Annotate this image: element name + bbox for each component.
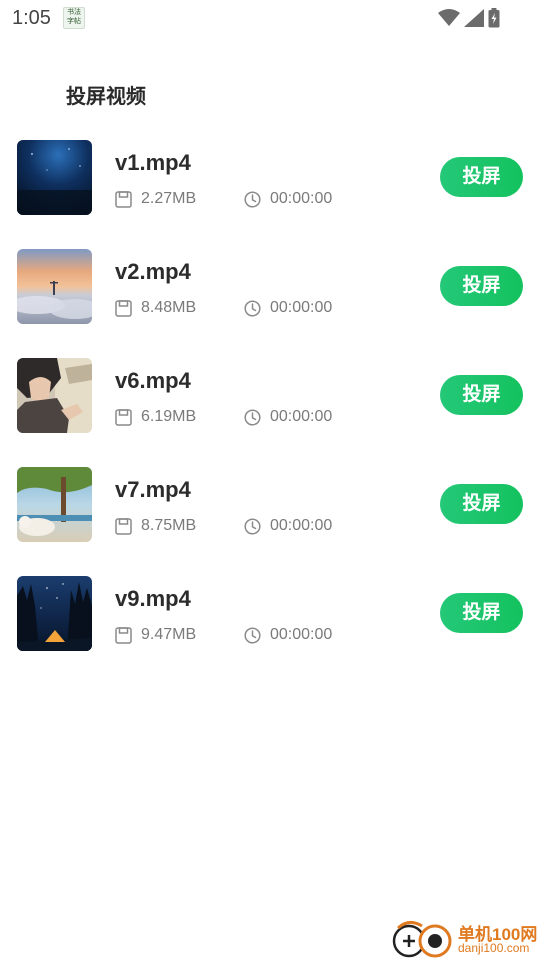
cast-button[interactable]: 投屏 bbox=[440, 593, 523, 633]
clock-icon bbox=[244, 626, 261, 644]
page-title: 投屏视频 bbox=[66, 86, 146, 108]
cast-button[interactable]: 投屏 bbox=[440, 157, 523, 197]
video-duration: 00:00:00 bbox=[270, 190, 333, 207]
floppy-disk-icon bbox=[115, 408, 132, 426]
clock-icon bbox=[244, 299, 261, 317]
video-list-item[interactable]: v7.mp4 8.75MB 00:00:00 投屏 bbox=[0, 458, 540, 567]
floppy-disk-icon bbox=[115, 626, 132, 644]
notification-app-icon: 书法 字帖 bbox=[63, 7, 85, 29]
clock-icon bbox=[244, 408, 261, 426]
video-meta: 9.47MB 00:00:00 bbox=[115, 625, 332, 645]
video-file-name: v1.mp4 bbox=[115, 150, 191, 175]
video-duration: 00:00:00 bbox=[270, 517, 333, 534]
video-duration: 00:00:00 bbox=[270, 299, 333, 316]
watermark-logo-icon bbox=[392, 921, 452, 958]
video-list-item[interactable]: v2.mp4 8.48MB 00:00:00 投屏 bbox=[0, 240, 540, 349]
video-file-name: v2.mp4 bbox=[115, 259, 191, 284]
video-list-item[interactable]: v1.mp4 2.27MB 00:00:00 投屏 bbox=[0, 131, 540, 240]
video-list-item[interactable]: v9.mp4 9.47MB 00:00:00 投屏 bbox=[0, 567, 540, 676]
video-thumbnail[interactable] bbox=[17, 467, 92, 542]
status-icons bbox=[438, 6, 500, 30]
cast-button[interactable]: 投屏 bbox=[440, 375, 523, 415]
watermark-url: danji100.com bbox=[458, 941, 530, 955]
video-file-size: 9.47MB bbox=[141, 626, 197, 643]
video-thumbnail[interactable] bbox=[17, 576, 92, 651]
video-file-size: 8.75MB bbox=[141, 517, 197, 534]
video-file-name: v6.mp4 bbox=[115, 368, 191, 393]
cell-signal-icon bbox=[464, 9, 484, 27]
video-file-name: v7.mp4 bbox=[115, 477, 191, 502]
video-list: v1.mp4 2.27MB 00:00:00 投屏 v2.mp4 8.48MB … bbox=[0, 131, 540, 676]
battery-icon bbox=[488, 8, 500, 28]
status-bar: 1:05 书法 字帖 bbox=[0, 0, 540, 36]
video-file-size: 8.48MB bbox=[141, 299, 197, 316]
floppy-disk-icon bbox=[115, 190, 132, 208]
video-list-item[interactable]: v6.mp4 6.19MB 00:00:00 投屏 bbox=[0, 349, 540, 458]
watermark: 单机100网 danji100.com bbox=[392, 918, 540, 960]
video-meta: 8.75MB 00:00:00 bbox=[115, 516, 332, 536]
wifi-icon bbox=[438, 9, 460, 26]
video-meta: 2.27MB 00:00:00 bbox=[115, 189, 332, 209]
video-meta: 6.19MB 00:00:00 bbox=[115, 407, 332, 427]
video-duration: 00:00:00 bbox=[270, 626, 333, 643]
status-time: 1:05 bbox=[12, 7, 51, 29]
video-thumbnail[interactable] bbox=[17, 358, 92, 433]
video-duration: 00:00:00 bbox=[270, 408, 333, 425]
video-file-name: v9.mp4 bbox=[115, 586, 191, 611]
clock-icon bbox=[244, 517, 261, 535]
video-file-size: 2.27MB bbox=[141, 190, 197, 207]
video-thumbnail[interactable] bbox=[17, 140, 92, 215]
cast-button[interactable]: 投屏 bbox=[440, 484, 523, 524]
floppy-disk-icon bbox=[115, 517, 132, 535]
video-file-size: 6.19MB bbox=[141, 408, 197, 425]
floppy-disk-icon bbox=[115, 299, 132, 317]
cast-button[interactable]: 投屏 bbox=[440, 266, 523, 306]
video-thumbnail[interactable] bbox=[17, 249, 92, 324]
clock-icon bbox=[244, 190, 261, 208]
video-meta: 8.48MB 00:00:00 bbox=[115, 298, 332, 318]
